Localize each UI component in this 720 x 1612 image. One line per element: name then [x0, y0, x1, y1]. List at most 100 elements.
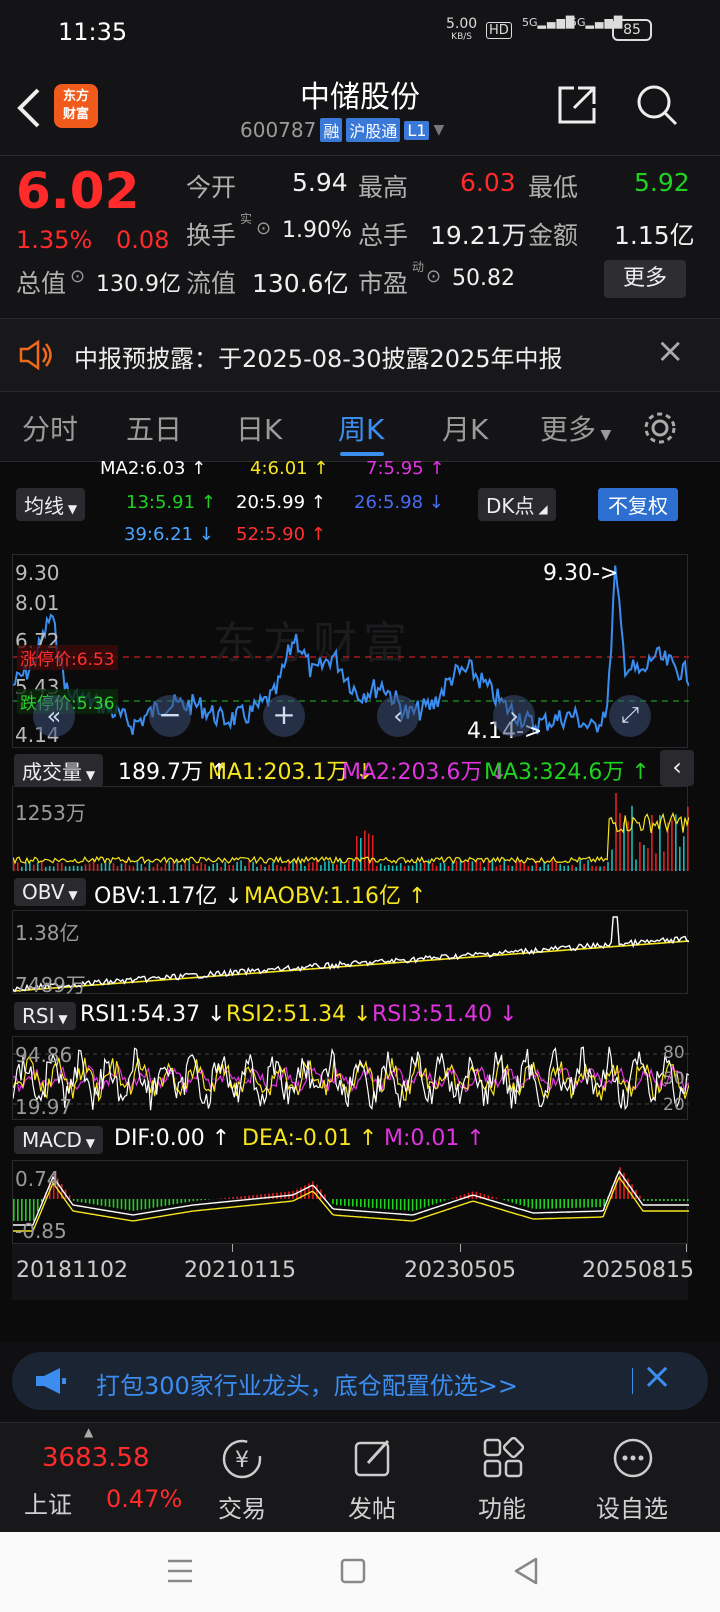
- macd-bar: [136, 1199, 139, 1211]
- macd-bar: [21, 1199, 23, 1221]
- index-ticker[interactable]: ▲ 3683.58 上证 0.47%: [0, 1423, 182, 1533]
- nav-post[interactable]: 发帖: [300, 1423, 444, 1533]
- ma-select[interactable]: 均线 ▼: [16, 488, 86, 521]
- notice-bar[interactable]: 中报预披露：于2025-08-30披露2025年中报 ×: [0, 318, 720, 392]
- gear-icon[interactable]: [642, 410, 678, 446]
- zoom-out-button[interactable]: −: [149, 695, 191, 737]
- volume-ma3: MA3:324.6万 ↑: [484, 760, 650, 785]
- tab-intraday[interactable]: 分时: [22, 408, 78, 448]
- macd-bar: [639, 1195, 641, 1199]
- volume-bar: [419, 862, 422, 871]
- macd-bar: [32, 1199, 35, 1221]
- macd-bar: [17, 1199, 19, 1221]
- rsi-select[interactable]: RSI ▼: [14, 1002, 76, 1030]
- volume-bar: [415, 862, 418, 871]
- macd-bar: [276, 1192, 278, 1199]
- kline-area[interactable]: MA2:6.03 ↑ 4:6.01 ↑ 7:5.95 ↑ 均线 ▼ 13:5.9…: [0, 458, 720, 1342]
- macd-chart: 0.74 -0.85: [12, 1160, 689, 1244]
- macd-select[interactable]: MACD ▼: [14, 1126, 103, 1154]
- tab-monthly[interactable]: 月K: [442, 408, 488, 448]
- macd-bar: [387, 1199, 390, 1210]
- tag-connect: 沪股通: [346, 118, 401, 142]
- share-icon[interactable]: [556, 84, 598, 126]
- x-axis: 20181102 20210115 20230505 20250815: [12, 1244, 694, 1300]
- next-button[interactable]: ›: [493, 695, 535, 737]
- volume-bar: [687, 806, 689, 871]
- macd-bar: [36, 1199, 39, 1212]
- tab-weekly[interactable]: 周K: [338, 408, 384, 448]
- volume-select[interactable]: 成交量 ▼: [14, 754, 104, 787]
- macd-bar: [455, 1196, 458, 1199]
- turnover-info-icon[interactable]: ⊙: [256, 218, 271, 239]
- tab-daily[interactable]: 日K: [236, 408, 282, 448]
- pe-info-icon[interactable]: ⊙: [426, 266, 441, 287]
- low-value: 5.92: [634, 168, 690, 197]
- volume-bar: [495, 866, 498, 871]
- volume-bar: [583, 863, 585, 871]
- dk-select[interactable]: DK点 ◢: [478, 488, 556, 521]
- macd-bar: [13, 1199, 15, 1221]
- home-icon[interactable]: [340, 1558, 366, 1584]
- stock-code-row[interactable]: 600787 融 沪股通 L1 ▼: [240, 118, 444, 142]
- more-button[interactable]: 更多: [604, 260, 686, 298]
- macd-bar: [647, 1199, 649, 1201]
- nav-functions-label: 功能: [478, 1495, 526, 1523]
- volume-bar: [216, 862, 218, 871]
- obv-select[interactable]: OBV ▼: [14, 878, 86, 906]
- trade-icon: ¥: [222, 1439, 262, 1479]
- stock-code: 600787: [240, 118, 317, 142]
- volume-bar: [619, 813, 621, 871]
- macd-bar: [587, 1199, 589, 1208]
- scroll-left-button[interactable]: «: [33, 695, 75, 737]
- volume-bar: [96, 864, 99, 871]
- tab-more[interactable]: 更多 ▼: [540, 408, 611, 448]
- zoom-in-button[interactable]: +: [263, 695, 305, 737]
- rsi3-value: RSI3:51.40 ↓: [372, 1002, 518, 1027]
- volume-bar: [603, 866, 605, 871]
- volume-bar: [483, 867, 486, 871]
- macd-bar: [515, 1199, 518, 1204]
- volume-bar: [168, 860, 171, 871]
- macd-bar: [140, 1199, 143, 1210]
- promo-banner[interactable]: 打包300家行业龙头，底仓配置优选>> ×: [12, 1352, 708, 1410]
- rsi-y-top: 94.86: [15, 1043, 73, 1067]
- nav-functions[interactable]: 功能: [430, 1423, 574, 1533]
- volume-bar: [679, 846, 681, 871]
- banner-close-icon[interactable]: ×: [642, 1356, 672, 1397]
- volume-bar: [200, 862, 202, 871]
- volume-bar: [284, 866, 286, 871]
- volume-bar: [395, 865, 398, 871]
- price-chart[interactable]: 东方财富 9.30 8.01 6.72 5.43 4.14 涨停价:6.53 跌…: [12, 554, 689, 748]
- tab-5day[interactable]: 五日: [126, 408, 182, 448]
- x-date-3: 20230505: [404, 1258, 516, 1283]
- volume-bar: [427, 859, 430, 871]
- volume-bar: [60, 862, 63, 871]
- volume-bar: [84, 864, 87, 871]
- search-icon[interactable]: [634, 82, 680, 128]
- macd-bar: [595, 1199, 597, 1208]
- volume-bar: [100, 863, 103, 871]
- info-icon[interactable]: ⊙: [70, 266, 85, 287]
- macd-bar: [655, 1199, 657, 1201]
- collapse-button[interactable]: ‹: [660, 750, 694, 786]
- macd-bar: [563, 1199, 565, 1209]
- volume-bar: [332, 863, 334, 871]
- fullscreen-icon[interactable]: ⤢: [609, 695, 651, 737]
- volume-bar: [356, 836, 358, 871]
- notice-text: 中报预披露：于2025-08-30披露2025年中报: [74, 345, 563, 373]
- macd-bar: [124, 1199, 127, 1210]
- volume-bar: [56, 863, 59, 871]
- adjust-toggle[interactable]: 不复权: [598, 488, 678, 521]
- prev-button[interactable]: ‹: [377, 695, 419, 737]
- menu-icon[interactable]: [166, 1558, 194, 1584]
- close-icon[interactable]: ×: [656, 331, 685, 371]
- macd-bar: [419, 1199, 422, 1209]
- volume-bar: [140, 863, 143, 871]
- nav-trade[interactable]: ¥ 交易: [170, 1423, 314, 1533]
- macd-bar: [407, 1199, 410, 1211]
- macd-bar: [395, 1199, 398, 1210]
- macd-bar: [439, 1199, 442, 1203]
- volume-chart: 1253万: [12, 786, 689, 871]
- nav-watchlist[interactable]: 设自选: [560, 1423, 704, 1533]
- back-nav-icon[interactable]: [512, 1556, 540, 1586]
